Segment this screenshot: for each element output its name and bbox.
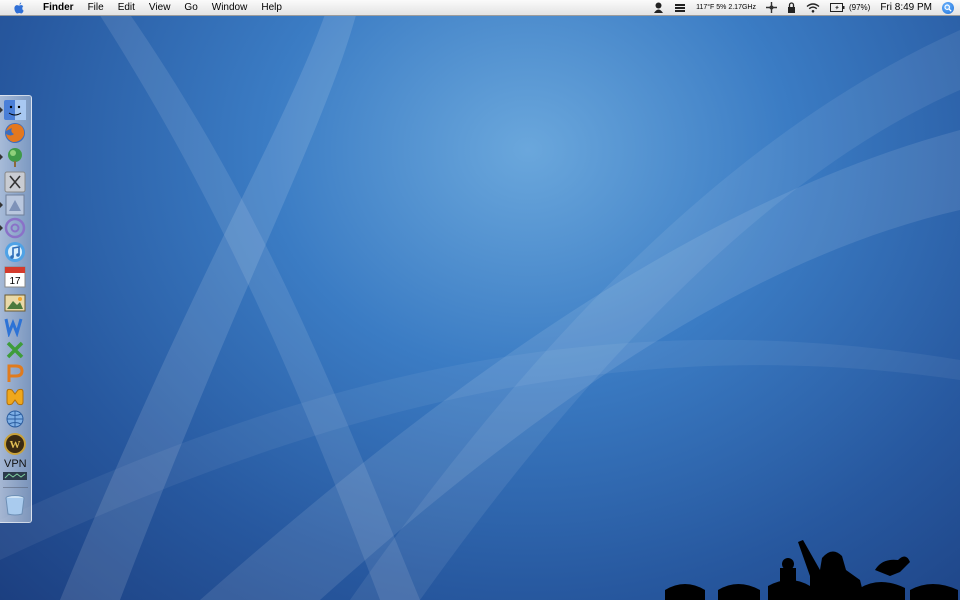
ical-icon[interactable]: 17 <box>3 266 27 288</box>
preview-icon[interactable] <box>0 194 27 216</box>
mail-icon[interactable] <box>0 217 27 239</box>
wifi-icon[interactable] <box>806 2 820 13</box>
itunes-icon[interactable] <box>3 241 27 263</box>
trash-icon[interactable] <box>3 494 27 516</box>
window-menu[interactable]: Window <box>205 0 255 15</box>
firefox-icon[interactable] <box>3 122 27 144</box>
world-of-warcraft-icon[interactable]: W <box>3 433 27 455</box>
help-menu[interactable]: Help <box>254 0 289 15</box>
dock: 17 W VPN <box>0 95 32 523</box>
cpu-temp-status[interactable]: 117°F 5% 2.17GHz <box>696 4 756 11</box>
powerpoint-icon[interactable] <box>3 362 27 384</box>
vpn-icon[interactable]: VPN <box>3 458 27 482</box>
camino-icon[interactable] <box>0 146 27 168</box>
spotlight-icon[interactable] <box>942 1 954 14</box>
apple-menu-icon[interactable] <box>12 1 26 15</box>
sync-icon[interactable] <box>765 2 777 13</box>
go-menu[interactable]: Go <box>177 0 204 15</box>
lock-icon[interactable] <box>787 2 796 13</box>
svg-text:17: 17 <box>9 276 21 287</box>
iphoto-icon[interactable] <box>3 291 27 313</box>
globe-icon[interactable] <box>3 409 27 431</box>
x11-icon[interactable] <box>3 171 27 193</box>
displays-icon[interactable] <box>674 3 686 13</box>
running-indicator-icon <box>0 154 3 160</box>
menu-clock[interactable]: Fri 8:49 PM <box>880 2 932 13</box>
finder-app-menu[interactable]: Finder <box>36 0 81 15</box>
running-indicator-icon <box>0 225 3 231</box>
running-indicator-icon <box>0 107 3 113</box>
user-menu-icon[interactable] <box>653 2 664 13</box>
word-icon[interactable] <box>3 315 27 339</box>
vpn-label: VPN <box>4 458 27 470</box>
messenger-icon[interactable] <box>3 386 27 408</box>
desktop-background[interactable] <box>0 0 960 600</box>
battery-percent: (97%) <box>848 3 871 12</box>
edit-menu[interactable]: Edit <box>111 0 142 15</box>
wallpaper-swooshes <box>0 0 960 600</box>
view-menu[interactable]: View <box>142 0 178 15</box>
menu-bar: Finder File Edit View Go Window Help 117… <box>0 0 960 16</box>
theater-silhouette <box>665 540 958 600</box>
menu-extras: 117°F 5% 2.17GHz (97%) Fri 8:49 PM <box>653 0 960 15</box>
battery-icon[interactable] <box>829 3 845 12</box>
running-indicator-icon <box>0 202 3 208</box>
dock-separator <box>3 487 28 488</box>
file-menu[interactable]: File <box>81 0 111 15</box>
finder-icon[interactable] <box>0 99 27 121</box>
svg-text:W: W <box>10 439 21 451</box>
excel-icon[interactable] <box>3 339 27 361</box>
